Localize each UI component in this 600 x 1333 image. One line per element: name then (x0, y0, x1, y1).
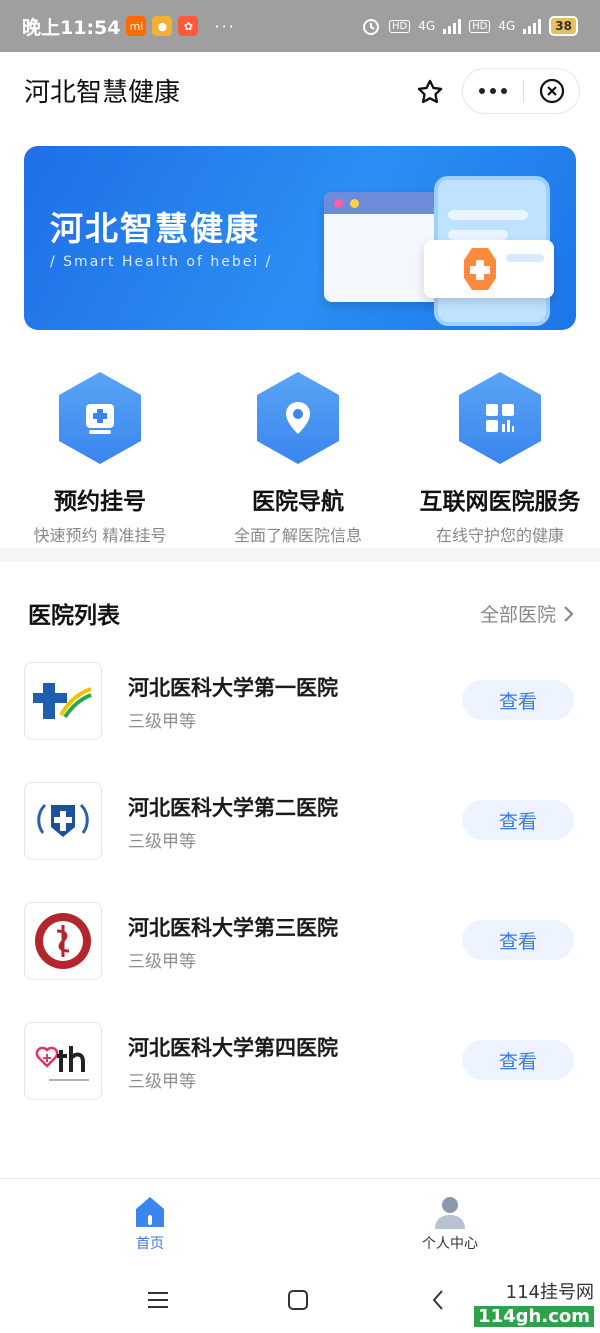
star-icon (417, 79, 443, 104)
entry-label: 预约挂号 (54, 489, 146, 515)
view-button[interactable]: 查看 (462, 800, 574, 840)
signal-icon-2 (523, 18, 542, 34)
alarm-icon (362, 19, 379, 35)
status-time: 晚上11:54 (22, 16, 121, 39)
entry-desc: 在线守护您的健康 (435, 526, 564, 545)
hospital-logo (24, 662, 102, 740)
page-title: 河北智慧健康 (24, 77, 181, 108)
watermark-line2: 114gh.com (474, 1306, 594, 1327)
back-button[interactable] (418, 1282, 458, 1318)
hospital-row[interactable]: 河北医科大学第三医院 三级甲等 查看 (0, 902, 600, 992)
signal-icon (443, 18, 462, 34)
hospital-row[interactable]: 河北医科大学第二医院 三级甲等 查看 (0, 782, 600, 872)
banner-title: 河北智慧健康 (50, 209, 260, 248)
medical-case-icon (59, 372, 141, 464)
title-bar: 河北智慧健康 (0, 52, 600, 128)
tab-profile-label: 个人中心 (422, 1236, 478, 1252)
all-hospitals-label: 全部医院 (479, 604, 556, 626)
all-hospitals-link[interactable]: 全部医院 (480, 600, 574, 627)
hd-badge: HD (388, 19, 411, 33)
mini-program-capsule (462, 68, 580, 114)
user-icon (433, 1193, 467, 1229)
close-circle-icon (539, 78, 564, 104)
notification-app-icon: ● (152, 16, 173, 36)
more-notifications-icon: ··· (214, 16, 236, 36)
more-dot-icon (479, 88, 485, 94)
hospital-navigation-entry[interactable]: 医院导航 全面了解医院信息 (198, 360, 398, 546)
grid-apps-icon (459, 372, 541, 464)
notification-app-icon-2: ✿ (178, 16, 199, 36)
hd-badge-2: HD (469, 19, 491, 33)
chevron-right-icon (564, 605, 574, 622)
hospital-logo (24, 902, 102, 980)
battery-icon: 38 (549, 16, 578, 36)
view-button[interactable]: 查看 (462, 680, 574, 720)
watermark: 114挂号网 114gh.com (474, 1278, 594, 1327)
hospital-logo (24, 1022, 102, 1100)
network-type: 4G (418, 19, 436, 33)
tab-home-label: 首页 (136, 1236, 164, 1252)
menu-button[interactable] (138, 1282, 178, 1318)
location-pin-icon (257, 372, 339, 464)
hospital-level: 三级甲等 (128, 832, 196, 852)
network-type-2: 4G (498, 19, 516, 33)
view-button[interactable]: 查看 (462, 920, 574, 960)
hospital-name: 河北医科大学第一医院 (128, 676, 338, 700)
hospital-name: 河北医科大学第二医院 (128, 796, 338, 820)
home-icon (133, 1193, 167, 1229)
internet-hospital-entry[interactable]: 互联网医院服务 在线守护您的健康 (400, 360, 600, 546)
more-button[interactable] (463, 69, 523, 113)
hospital-level: 三级甲等 (128, 712, 196, 732)
hospital-list-title: 医院列表 (28, 603, 120, 629)
menu-icon (148, 1292, 168, 1308)
status-bar: 晚上11:54 mi ● ✿ ··· HD 4G HD 4G 38 (0, 0, 600, 52)
home-nav-button[interactable] (278, 1282, 318, 1318)
hospital-row[interactable]: 河北医科大学第一医院 三级甲等 查看 (0, 662, 600, 752)
more-dot-icon (501, 88, 507, 94)
hospital-name: 河北医科大学第四医院 (128, 1036, 338, 1060)
close-button[interactable] (524, 69, 579, 113)
back-chevron-icon (432, 1290, 443, 1310)
hospital-logo (24, 782, 102, 860)
mi-app-icon: mi (126, 16, 147, 36)
entry-label: 医院导航 (252, 489, 344, 515)
tab-profile[interactable]: 个人中心 (390, 1193, 510, 1253)
banner[interactable]: 河北智慧健康 / Smart Health of hebei / (24, 146, 576, 330)
hospital-level: 三级甲等 (128, 952, 196, 972)
appointment-entry[interactable]: 预约挂号 快速预约 精准挂号 (0, 360, 200, 546)
hospital-name: 河北医科大学第三医院 (128, 916, 338, 940)
tab-home[interactable]: 首页 (90, 1193, 210, 1253)
tab-bar: 首页 个人中心 (0, 1178, 600, 1268)
square-icon (288, 1290, 308, 1310)
entry-label: 互联网医院服务 (419, 489, 581, 515)
hospital-row[interactable]: 河北医科大学第四医院 三级甲等 查看 (0, 1022, 600, 1112)
more-dot-icon (490, 88, 496, 94)
view-button[interactable]: 查看 (462, 1040, 574, 1080)
entry-desc: 快速预约 精准挂号 (33, 526, 167, 545)
entry-desc: 全面了解医院信息 (233, 526, 362, 545)
banner-subtitle: / Smart Health of hebei / (50, 254, 273, 270)
section-divider (0, 548, 600, 562)
medical-cross-illustration (424, 240, 554, 298)
favorite-button[interactable] (408, 70, 452, 114)
watermark-line1: 114挂号网 (505, 1282, 594, 1303)
hospital-level: 三级甲等 (128, 1072, 196, 1092)
quick-entries: 预约挂号 快速预约 精准挂号 医院导航 全面了解医院信息 互联网医院服务 在线守… (0, 360, 600, 545)
